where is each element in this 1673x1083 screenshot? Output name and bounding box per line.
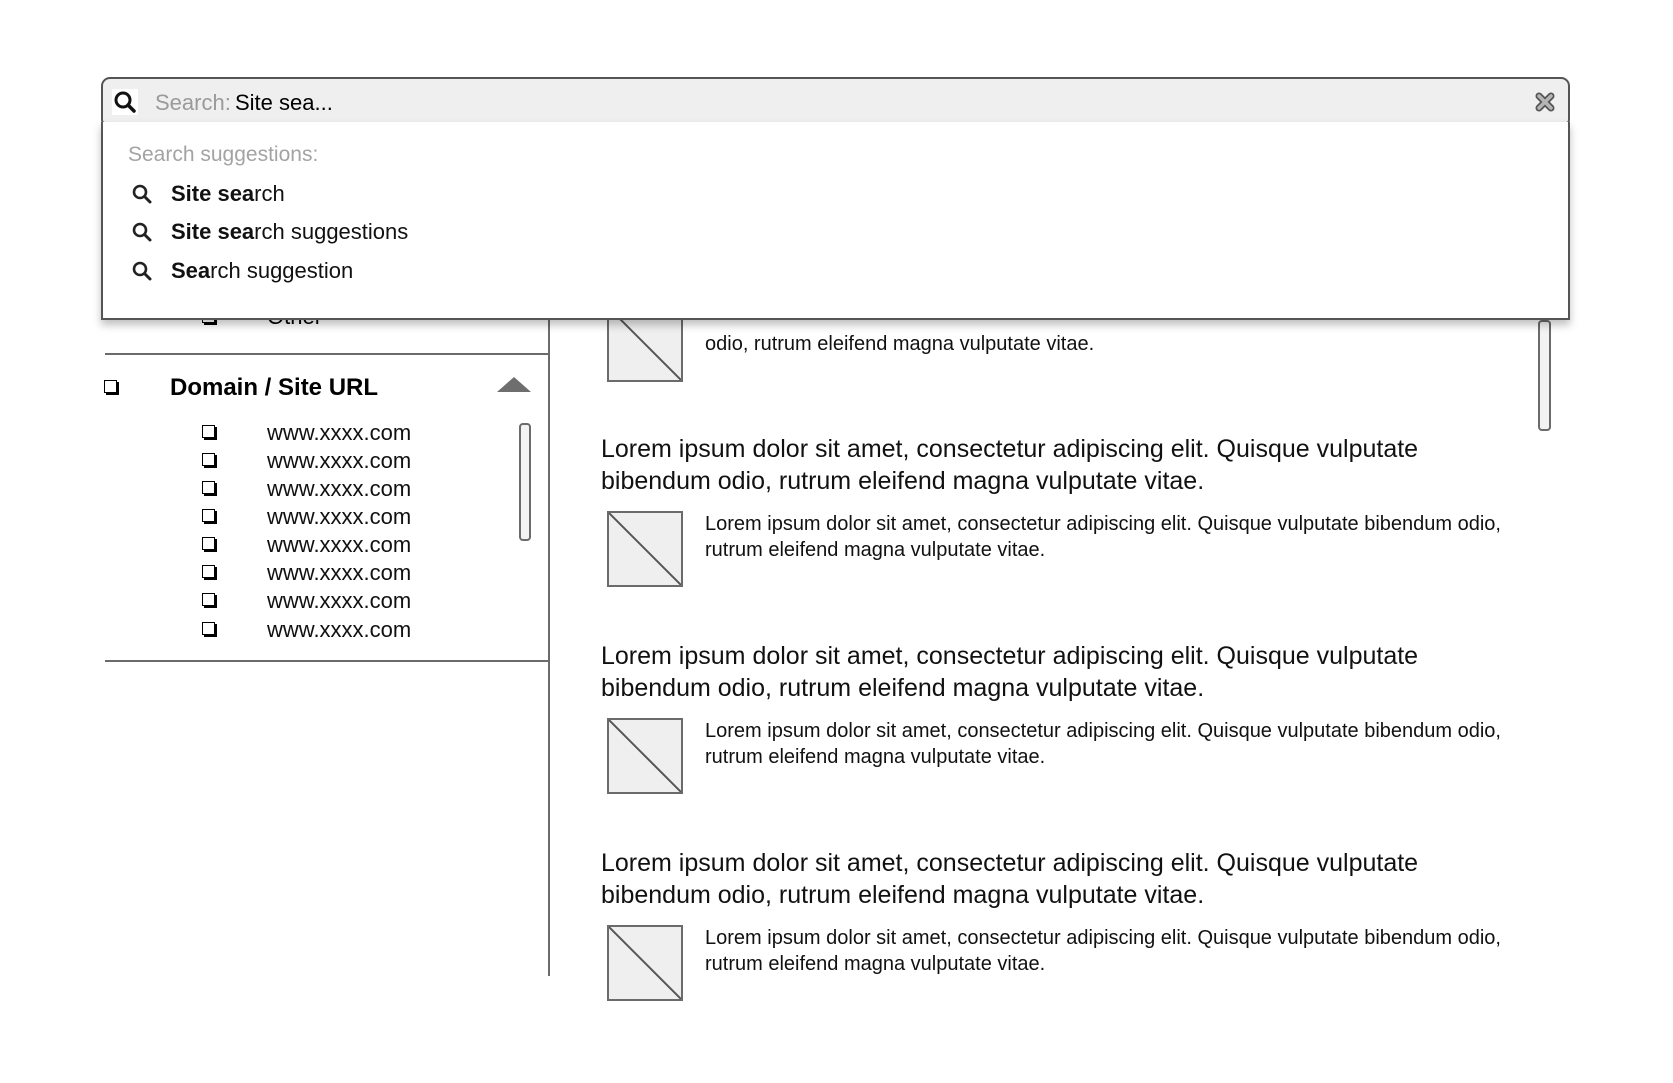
domain-list-item[interactable]: www.xxxx.com bbox=[199, 588, 529, 614]
domain-checkbox[interactable] bbox=[202, 565, 215, 578]
domain-list-item[interactable]: www.xxxx.com bbox=[199, 532, 529, 558]
suggestion-item[interactable]: Search suggestion bbox=[131, 256, 731, 286]
result-title[interactable]: Lorem ipsum dolor sit amet, consectetur … bbox=[601, 433, 1521, 497]
domain-checkbox[interactable] bbox=[202, 425, 215, 438]
domain-list-scrollbar[interactable] bbox=[519, 423, 531, 541]
suggestion-match: Site sea bbox=[171, 181, 255, 206]
search-prefix-label: Search: bbox=[155, 90, 231, 115]
domain-label: www.xxxx.com bbox=[267, 617, 412, 642]
domain-group-checkbox[interactable] bbox=[104, 380, 117, 393]
suggestion-rest: rch bbox=[254, 181, 285, 206]
results-scrollbar[interactable] bbox=[1538, 320, 1551, 431]
suggestions-dropdown: Search suggestions: Site search Site sea… bbox=[101, 122, 1570, 320]
result-title[interactable]: Lorem ipsum dolor sit amet, consectetur … bbox=[601, 847, 1521, 911]
search-input[interactable]: Site sea... bbox=[235, 90, 333, 116]
suggestion-match: Site sea bbox=[171, 219, 255, 244]
result-title[interactable]: Lorem ipsum dolor sit amet, consectetur … bbox=[601, 640, 1521, 704]
suggestion-rest: rch suggestion bbox=[210, 258, 354, 283]
result-thumbnail[interactable] bbox=[607, 925, 683, 1001]
domain-label: www.xxxx.com bbox=[267, 588, 412, 613]
suggestions-label: Search suggestions: bbox=[128, 143, 319, 166]
domain-checkbox[interactable] bbox=[202, 453, 215, 466]
domain-list-item[interactable]: www.xxxx.com bbox=[199, 448, 529, 474]
domain-label: www.xxxx.com bbox=[267, 560, 412, 585]
suggestion-match: Sea bbox=[171, 258, 211, 283]
domain-label: www.xxxx.com bbox=[267, 532, 412, 557]
search-icon bbox=[112, 89, 138, 115]
domain-checkbox[interactable] bbox=[202, 622, 215, 635]
search-icon bbox=[131, 183, 153, 205]
suggestion-item[interactable]: Site search bbox=[131, 179, 731, 209]
domain-list-item[interactable]: www.xxxx.com bbox=[199, 420, 529, 446]
domain-label: www.xxxx.com bbox=[267, 504, 412, 529]
domain-list-item[interactable]: www.xxxx.com bbox=[199, 560, 529, 586]
result-snippet: Lorem ipsum dolor sit amet, consectetur … bbox=[705, 513, 1501, 561]
search-overlay: Search: Site sea... Search suggestions: … bbox=[101, 77, 1570, 320]
domain-checkbox[interactable] bbox=[202, 509, 215, 522]
result-thumbnail[interactable] bbox=[607, 718, 683, 794]
result-snippet-partial: odio, rutrum eleifend magna vulputate vi… bbox=[705, 333, 1095, 355]
filter-divider-bottom bbox=[105, 660, 549, 662]
domain-checkbox[interactable] bbox=[202, 537, 215, 550]
clear-search-icon[interactable] bbox=[1534, 91, 1556, 113]
domain-checkbox[interactable] bbox=[202, 481, 215, 494]
suggestion-item[interactable]: Site search suggestions bbox=[131, 217, 731, 247]
domain-label: www.xxxx.com bbox=[267, 476, 412, 501]
suggestion-rest: rch suggestions bbox=[254, 219, 409, 244]
domain-label: www.xxxx.com bbox=[267, 448, 412, 473]
domain-list-item[interactable]: www.xxxx.com bbox=[199, 504, 529, 530]
result-thumbnail[interactable] bbox=[607, 511, 683, 587]
domain-list-item[interactable]: www.xxxx.com bbox=[199, 617, 529, 643]
domain-list-item[interactable]: www.xxxx.com bbox=[199, 476, 529, 502]
search-icon bbox=[131, 221, 153, 243]
domain-group-title: Domain / Site URL bbox=[170, 374, 379, 401]
search-bar[interactable]: Search: Site sea... bbox=[101, 77, 1570, 124]
result-snippet: Lorem ipsum dolor sit amet, consectetur … bbox=[705, 720, 1501, 768]
collapse-triangle-icon[interactable] bbox=[497, 377, 531, 392]
filter-divider-top bbox=[105, 353, 549, 355]
search-icon bbox=[131, 260, 153, 282]
result-snippet: Lorem ipsum dolor sit amet, consectetur … bbox=[705, 927, 1501, 975]
domain-checkbox[interactable] bbox=[202, 593, 215, 606]
domain-label: www.xxxx.com bbox=[267, 420, 412, 445]
